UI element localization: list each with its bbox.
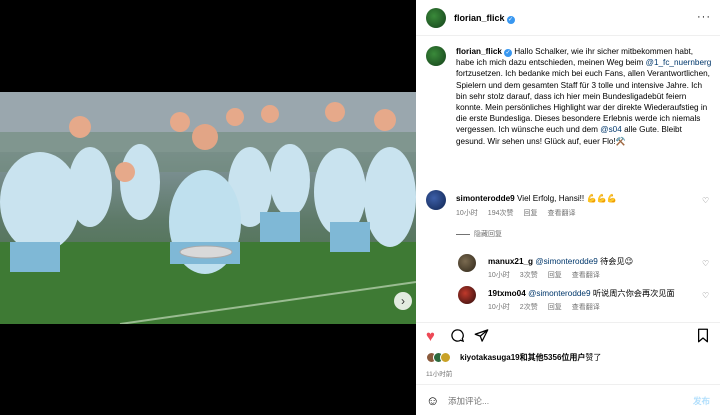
comment-meta: 10小时 194次赞 回复 查看翻译 — [456, 208, 575, 218]
reply-meta: 10小时 2次赞 回复 查看翻译 — [488, 302, 600, 312]
comment-text: Viel Erfolg, Hansi!! 💪💪💪 — [516, 194, 618, 203]
post-caption: florian_flick ✓ Hallo Schalker, wie ihr s… — [456, 46, 712, 147]
post-header: florian_flick ✓ ··· — [416, 0, 720, 36]
reply-button[interactable]: 回复 — [523, 208, 537, 218]
comment-username[interactable]: simonterodde9 — [456, 194, 515, 203]
emoji-icon[interactable]: ☺ — [426, 393, 439, 408]
reply-username[interactable]: 19txmo04 — [488, 289, 526, 298]
caption-mention[interactable]: @s04 — [600, 125, 622, 134]
translate-button[interactable]: 查看翻译 — [547, 208, 575, 218]
caption-mention[interactable]: @1_fc_nuernberg — [646, 58, 712, 67]
reply-likes[interactable]: 3次赞 — [520, 270, 538, 280]
comment-input[interactable] — [448, 393, 668, 409]
reply-button[interactable]: 回复 — [548, 270, 562, 280]
reply-mention[interactable]: @simonterodde9 — [535, 257, 597, 266]
bookmark-icon[interactable] — [696, 328, 710, 346]
liker-avatar — [440, 352, 451, 363]
hide-replies-button[interactable]: 隐藏回复 — [474, 229, 502, 239]
action-bar: ♥ — [416, 322, 720, 350]
comment-likes[interactable]: 194次赞 — [488, 208, 514, 218]
media-viewer: › 👤 — [0, 0, 416, 415]
post-time: 11小时前 — [426, 371, 453, 378]
reply-text: 听说周六你会再次见面 — [590, 289, 675, 298]
reply-avatar[interactable] — [458, 254, 476, 272]
translate-button[interactable]: 查看翻译 — [572, 270, 600, 280]
likes-summary[interactable]: kiyotakasuga19和其他5356位用户赞了 — [460, 352, 601, 363]
reply-like-icon[interactable]: ♡ — [702, 291, 709, 300]
reply-like-icon[interactable]: ♡ — [702, 259, 709, 268]
reply-body: manux21_g @simonterodde9 待会见😉 — [488, 256, 698, 267]
verified-badge-icon: ✓ — [503, 49, 512, 57]
post-comment-button[interactable]: 发布 — [693, 395, 710, 407]
reply-button[interactable]: 回复 — [548, 302, 562, 312]
more-options-icon[interactable]: ··· — [697, 11, 711, 23]
post-photo[interactable]: › 👤 — [0, 92, 416, 324]
comment-like-icon[interactable]: ♡ — [702, 196, 709, 205]
add-comment-bar: ☺ 发布 — [416, 384, 720, 415]
reply-avatar[interactable] — [458, 286, 476, 304]
comment-time: 10小时 — [456, 210, 478, 217]
verified-badge-icon: ✓ — [506, 16, 515, 24]
likes-count[interactable]: 其他5356位用户 — [528, 353, 586, 362]
post-panel: florian_flick ✓ ··· florian_flick ✓ Hallo … — [416, 0, 720, 415]
author-username-text[interactable]: florian_flick — [454, 13, 505, 23]
caption-avatar[interactable] — [426, 46, 446, 66]
reply-mention[interactable]: @simonterodde9 — [528, 289, 590, 298]
replies-divider — [456, 234, 470, 235]
share-icon[interactable] — [474, 328, 489, 346]
next-photo-button[interactable]: › — [394, 292, 412, 310]
photo-illustration — [0, 92, 416, 324]
caption-username[interactable]: florian_flick — [456, 47, 502, 56]
reply-time: 10小时 — [488, 272, 510, 279]
reply-text: 待会见😉 — [597, 257, 634, 266]
likes-suffix: 赞了 — [585, 353, 602, 362]
translate-button[interactable]: 查看翻译 — [572, 302, 600, 312]
reply-time: 10小时 — [488, 304, 510, 311]
author-username[interactable]: florian_flick ✓ — [454, 13, 515, 24]
author-avatar[interactable] — [426, 8, 446, 28]
comment-body: simonterodde9 Viel Erfolg, Hansi!! 💪💪💪 — [456, 193, 696, 204]
comment-icon[interactable] — [450, 328, 465, 346]
reply-username[interactable]: manux21_g — [488, 257, 533, 266]
heart-icon[interactable]: ♥ — [426, 329, 435, 344]
reply-likes[interactable]: 2次赞 — [520, 302, 538, 312]
commenter-avatar[interactable] — [426, 190, 446, 210]
reply-meta: 10小时 3次赞 回复 查看翻译 — [488, 270, 600, 280]
likes-first-user[interactable]: kiyotakasuga19和 — [460, 353, 528, 362]
reply-body: 19txmo04 @simonterodde9 听说周六你会再次见面 — [488, 288, 698, 299]
